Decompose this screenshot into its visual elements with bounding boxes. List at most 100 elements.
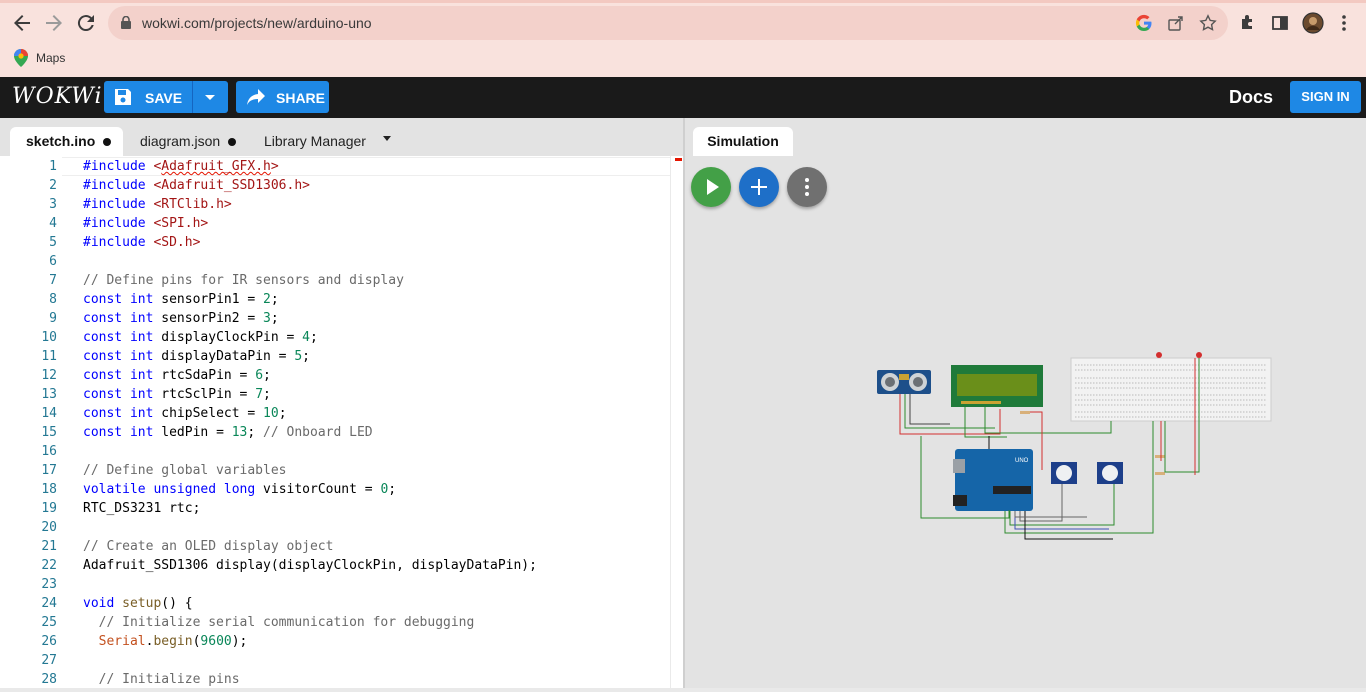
code-text[interactable]: const int chipSelect = 10; (83, 404, 287, 423)
lcd-display[interactable] (951, 365, 1043, 407)
extensions-puzzle-icon[interactable] (1238, 13, 1258, 33)
tab-menu-chevron-icon[interactable] (382, 135, 392, 143)
arduino-uno-board[interactable]: UNO (953, 449, 1033, 511)
code-line[interactable]: 9 const int sensorPin2 = 3; (0, 309, 670, 328)
bookmark-star-icon[interactable] (1199, 14, 1217, 32)
code-line[interactable]: 5 #include <SD.h> (0, 233, 670, 252)
tab-sketch-ino[interactable]: sketch.ino (10, 127, 123, 156)
code-text[interactable]: Serial.begin(9600); (83, 632, 248, 651)
start-simulation-button[interactable] (691, 167, 731, 207)
code-line[interactable]: 27 (0, 651, 670, 670)
line-number: 25 (41, 615, 57, 630)
reload-icon[interactable] (74, 11, 98, 35)
more-options-button[interactable] (787, 167, 827, 207)
side-panel-icon[interactable] (1270, 13, 1290, 33)
code-line[interactable]: 23 (0, 575, 670, 594)
maps-pin-icon (14, 49, 28, 67)
code-line[interactable]: 28 // Initialize pins (0, 670, 670, 689)
docs-link[interactable]: Docs (1229, 87, 1273, 108)
code-text[interactable]: volatile unsigned long visitorCount = 0; (83, 480, 396, 499)
lock-icon[interactable] (121, 16, 131, 29)
resistor (1155, 455, 1165, 458)
code-line[interactable]: 3 #include <RTClib.h> (0, 195, 670, 214)
code-line[interactable]: 26 Serial.begin(9600); (0, 632, 670, 651)
ultrasonic-sensor[interactable] (877, 370, 931, 394)
editor-scrollbar[interactable] (670, 156, 683, 692)
line-number: 13 (41, 387, 57, 402)
code-text[interactable]: RTC_DS3231 rtc; (83, 499, 200, 518)
code-line[interactable]: 18 volatile unsigned long visitorCount = … (0, 480, 670, 499)
code-text[interactable]: const int displayClockPin = 4; (83, 328, 318, 347)
code-text[interactable]: #include <Adafruit_SSD1306.h> (83, 176, 310, 195)
code-text[interactable]: const int rtcSclPin = 7; (83, 385, 271, 404)
code-line[interactable]: 8 const int sensorPin1 = 2; (0, 290, 670, 309)
code-text[interactable]: const int sensorPin1 = 2; (83, 290, 279, 309)
pir-sensor-2[interactable] (1097, 462, 1123, 484)
code-line[interactable]: 25 // Initialize serial communication fo… (0, 613, 670, 632)
code-text[interactable]: #include <SD.h> (83, 233, 200, 252)
code-area[interactable]: 1 #include <Adafruit_GFX.h> 2 #include <Ada… (0, 156, 670, 692)
code-line[interactable]: 16 (0, 442, 670, 461)
line-number: 7 (49, 273, 57, 288)
share-page-icon[interactable] (1167, 14, 1185, 32)
pir-sensor-1[interactable] (1051, 462, 1077, 484)
sign-in-button[interactable]: SIGN IN (1290, 81, 1361, 113)
add-part-button[interactable] (739, 167, 779, 207)
code-text[interactable]: const int rtcSdaPin = 6; (83, 366, 271, 385)
circuit-diagram[interactable]: UNO (865, 348, 1285, 548)
code-line[interactable]: 13 const int rtcSclPin = 7; (0, 385, 670, 404)
code-line[interactable]: 17 // Define global variables (0, 461, 670, 480)
code-line[interactable]: 20 (0, 518, 670, 537)
bookmark-maps[interactable]: Maps (14, 49, 65, 67)
window-bottom-edge (0, 688, 1366, 692)
address-bar[interactable]: wokwi.com/projects/new/arduino-uno (108, 6, 1228, 40)
url-text[interactable]: wokwi.com/projects/new/arduino-uno (142, 15, 372, 31)
code-text[interactable]: #include <SPI.h> (83, 214, 208, 233)
simulation-panel: Simulation UNO (685, 118, 1366, 692)
breadboard[interactable] (1070, 352, 1272, 422)
code-text[interactable]: // Define pins for IR sensors and displa… (83, 271, 404, 290)
code-line[interactable]: 21 // Create an OLED display object (0, 537, 670, 556)
share-label: SHARE (276, 90, 326, 106)
code-line[interactable]: 7 // Define pins for IR sensors and displ… (0, 271, 670, 290)
code-text[interactable]: // Define global variables (83, 461, 287, 480)
app-header: WOKWi SAVE SHARE Docs SIGN IN (0, 77, 1366, 118)
google-icon[interactable] (1135, 14, 1153, 32)
save-button[interactable]: SAVE (104, 81, 228, 113)
code-text[interactable]: #include <RTClib.h> (83, 195, 232, 214)
chevron-down-icon[interactable] (202, 89, 218, 105)
code-line[interactable]: 1 #include <Adafruit_GFX.h> (0, 157, 670, 176)
code-text[interactable]: #include <Adafruit_GFX.h> (83, 157, 279, 176)
code-text[interactable]: const int displayDataPin = 5; (83, 347, 310, 366)
code-line[interactable]: 22 Adafruit_SSD1306 display(displayClockP… (0, 556, 670, 575)
code-line[interactable]: 24 void setup() { (0, 594, 670, 613)
code-text[interactable]: void setup() { (83, 594, 193, 613)
code-line[interactable]: 11 const int displayDataPin = 5; (0, 347, 670, 366)
tab-library-manager[interactable]: Library Manager (248, 127, 378, 156)
back-arrow-icon[interactable] (10, 11, 34, 35)
code-line[interactable]: 2 #include <Adafruit_SSD1306.h> (0, 176, 670, 195)
tab-simulation[interactable]: Simulation (693, 127, 793, 156)
forward-arrow-icon (46, 15, 62, 31)
code-text[interactable]: Adafruit_SSD1306 display(displayClockPin… (83, 556, 537, 575)
wokwi-logo[interactable]: WOKWi (12, 84, 103, 109)
code-text[interactable]: const int sensorPin2 = 3; (83, 309, 279, 328)
code-line[interactable]: 10 const int displayClockPin = 4; (0, 328, 670, 347)
code-line[interactable]: 15 const int ledPin = 13; // Onboard LED (0, 423, 670, 442)
line-number: 28 (41, 672, 57, 687)
code-text[interactable]: // Initialize pins (83, 670, 240, 689)
tab-diagram-json[interactable]: diagram.json (124, 127, 244, 156)
code-text[interactable]: // Initialize serial communication for d… (83, 613, 475, 632)
tab-label: sketch.ino (26, 133, 96, 149)
code-line[interactable]: 6 (0, 252, 670, 271)
bookmark-label[interactable]: Maps (36, 51, 65, 65)
code-line[interactable]: 19 RTC_DS3231 rtc; (0, 499, 670, 518)
code-line[interactable]: 12 const int rtcSdaPin = 6; (0, 366, 670, 385)
share-button[interactable]: SHARE (236, 81, 329, 113)
profile-avatar-icon[interactable] (1302, 12, 1324, 34)
code-text[interactable]: const int ledPin = 13; // Onboard LED (83, 423, 373, 442)
more-vert-icon[interactable] (1334, 13, 1354, 33)
code-text[interactable]: // Create an OLED display object (83, 537, 333, 556)
code-line[interactable]: 14 const int chipSelect = 10; (0, 404, 670, 423)
code-line[interactable]: 4 #include <SPI.h> (0, 214, 670, 233)
